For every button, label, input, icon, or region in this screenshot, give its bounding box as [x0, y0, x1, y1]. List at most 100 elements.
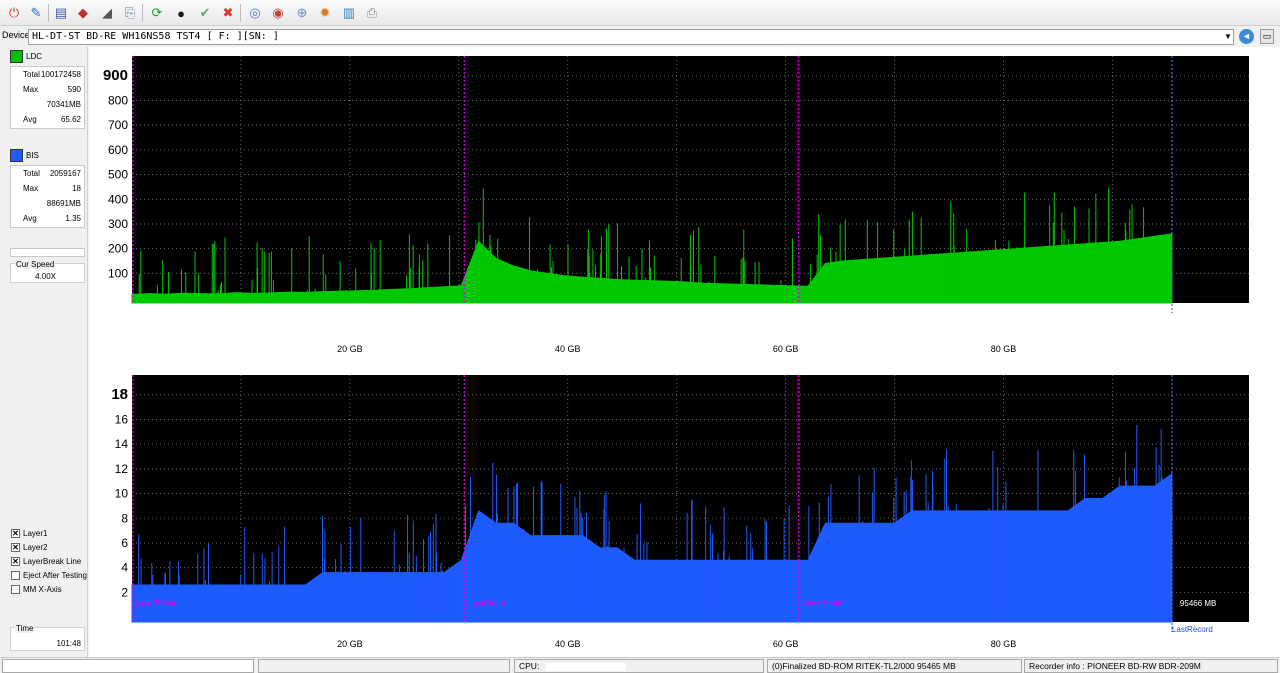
- ldc-stat-value: 590: [67, 85, 81, 94]
- ldc-stat-row: Avg 65.62: [11, 112, 84, 127]
- ldc-label: LDC: [26, 52, 43, 61]
- y-tick-label: 500: [108, 168, 128, 182]
- bis-stat-row: Total 2059167: [11, 166, 84, 181]
- y-tick-label: 900: [103, 67, 128, 84]
- copy-icon[interactable]: ⎘: [120, 3, 140, 23]
- printer-icon[interactable]: ⎙: [362, 3, 382, 23]
- ldc-stat-key: Max: [23, 85, 39, 94]
- speed-value: 4.00X: [35, 272, 56, 281]
- checkbox-label: Layer2: [23, 543, 48, 552]
- chevron-down-icon[interactable]: ▼: [1222, 29, 1234, 45]
- ldc-stat-value: 65.62: [60, 115, 81, 124]
- checkbox-mm-x-axis[interactable]: MM X-Axis: [11, 585, 62, 594]
- ldc-header: LDC: [10, 50, 42, 63]
- y-tick-label: 100: [108, 266, 128, 280]
- checkbox-box[interactable]: ✕: [11, 557, 20, 566]
- y-tick-label: 6: [121, 536, 128, 550]
- checkbox-label: Eject After Testing: [23, 571, 87, 580]
- ldc-stat-key: Avg: [23, 115, 37, 124]
- ldc-stats: Total 100172458 Max 590 70341MB Avg 65.62: [10, 66, 85, 129]
- x-tick-label: 40 GB: [555, 639, 581, 649]
- layer-break-label: LayerBreak: [801, 599, 843, 608]
- red-disc-icon[interactable]: ◉: [268, 3, 288, 23]
- y-tick-label: 600: [108, 143, 128, 157]
- bis-stats: Total 2059167 Max 18 88691MB Avg 1.35: [10, 165, 85, 228]
- x-tick-label: 20 GB: [337, 344, 363, 354]
- checkbox-eject-after-testing[interactable]: Eject After Testing: [11, 571, 87, 580]
- bis-color-swatch: [10, 149, 23, 162]
- blank-disc-icon[interactable]: ◎: [245, 3, 265, 23]
- ldc-stat-row: Max 590: [11, 82, 84, 97]
- bis-stat-row: Max 18: [11, 181, 84, 196]
- device-select[interactable]: HL-DT-ST BD-RE WH16NS58 TST4 [ F: ][SN: …: [28, 29, 1234, 45]
- bis-stat-key: Total: [23, 169, 40, 178]
- charts-svg: 900 800 700 600 500 400 300 200 100 20 GB 40 GB 60 …: [103, 56, 1249, 649]
- speed-label: Cur Speed: [15, 260, 56, 269]
- checkbox-box[interactable]: [11, 571, 20, 580]
- last-record-label: LastRecord: [1172, 625, 1213, 634]
- y-tick-label: 2: [121, 585, 128, 599]
- disc-info-icon[interactable]: ✎: [26, 3, 46, 23]
- checkbox-box[interactable]: [11, 585, 20, 594]
- drive-monitor-icon[interactable]: ▤: [51, 3, 71, 23]
- refresh-icon[interactable]: ⟳: [147, 3, 167, 23]
- x-tick-label: 60 GB: [773, 344, 799, 354]
- x-tick-label: 80 GB: [991, 344, 1017, 354]
- fire-icon[interactable]: ✹: [315, 3, 335, 23]
- y-tick-label: 200: [108, 242, 128, 256]
- burn-icon[interactable]: ◆: [73, 3, 93, 23]
- y-tick-label: 18: [111, 386, 128, 403]
- bis-label: BIS: [26, 151, 39, 160]
- ldc-stat-value: 100172458: [40, 70, 81, 79]
- y-tick-label: 8: [121, 511, 128, 525]
- time-box: Time 101:48: [10, 624, 85, 651]
- toolbar-separator: [48, 4, 49, 22]
- power-icon[interactable]: ⏻: [4, 3, 24, 23]
- time-label: Time: [15, 624, 35, 633]
- chart-icon[interactable]: ▥: [339, 3, 359, 23]
- checkbox-label: MM X-Axis: [23, 585, 62, 594]
- bis-stat-row: 88691MB: [11, 196, 84, 211]
- y-tick-label: 4: [121, 561, 128, 575]
- left-panel: LDC Total 100172458 Max 590 70341MB Avg 65.62 …: [0, 47, 88, 657]
- check-icon[interactable]: ✔: [195, 3, 215, 23]
- x-tick-label: 40 GB: [555, 344, 581, 354]
- progress-bar: [10, 248, 85, 257]
- globe-icon[interactable]: ⊕: [292, 3, 312, 23]
- y-tick-label: 400: [108, 192, 128, 206]
- status-disc-info: (0)Finalized BD-ROM RITEK-TL2/000 95465 …: [767, 659, 1022, 673]
- ldc-color-swatch: [10, 50, 23, 63]
- bis-stat-key: Avg: [23, 214, 37, 223]
- y-tick-label: 12: [115, 462, 129, 476]
- status-recorder-info: Recorder info : PIONEER BD-RW BDR-209M: [1024, 659, 1278, 673]
- toolbar: ⏻ ✎ ▤ ◆ ◢ ⎘ ⟳ ● ✔ ✖ ◎ ◉ ⊕ ✹ ▥ ⎙: [0, 0, 1280, 26]
- bis-stat-value: 2059167: [49, 169, 81, 178]
- checkbox-layer1[interactable]: ✕ Layer1: [11, 529, 47, 538]
- stop-icon[interactable]: ✖: [218, 3, 238, 23]
- checkbox-box[interactable]: ✕: [11, 529, 20, 538]
- device-bar: Device: HL-DT-ST BD-RE WH16NS58 TST4 [ F…: [0, 27, 1280, 47]
- ldc-stat-key: Total: [23, 70, 40, 79]
- status-empty: [258, 659, 510, 673]
- y-tick-label: 700: [108, 118, 128, 132]
- checkbox-label: LayerBreak Line: [23, 557, 82, 566]
- disc-scan-icon[interactable]: ●: [171, 3, 191, 23]
- chart-area: 900 800 700 600 500 400 300 200 100 20 GB 40 GB 60 …: [89, 47, 1280, 657]
- checkbox-layer2[interactable]: ✕ Layer2: [11, 543, 47, 552]
- status-cpu: CPU:: [514, 659, 764, 673]
- ldc-stat-row: Total 100172458: [11, 67, 84, 82]
- cpu-label: CPU:: [519, 661, 540, 671]
- y-tick-label: 14: [115, 437, 129, 451]
- window-icon[interactable]: ▭: [1260, 29, 1274, 44]
- status-progress: [2, 659, 254, 673]
- checkbox-box[interactable]: ✕: [11, 543, 20, 552]
- toolbar-separator: [142, 4, 143, 22]
- bis-header: BIS: [10, 149, 39, 162]
- cpu-meter: [545, 662, 626, 671]
- bis-stat-value: 18: [72, 184, 81, 193]
- end-mb-label: 95466 MB: [1180, 599, 1216, 608]
- back-icon[interactable]: ◄: [1239, 29, 1254, 44]
- checkbox-layerbreak-line[interactable]: ✕ LayerBreak Line: [11, 557, 81, 566]
- bis-stat-value: 88691MB: [46, 199, 81, 208]
- eraser-icon[interactable]: ◢: [97, 3, 117, 23]
